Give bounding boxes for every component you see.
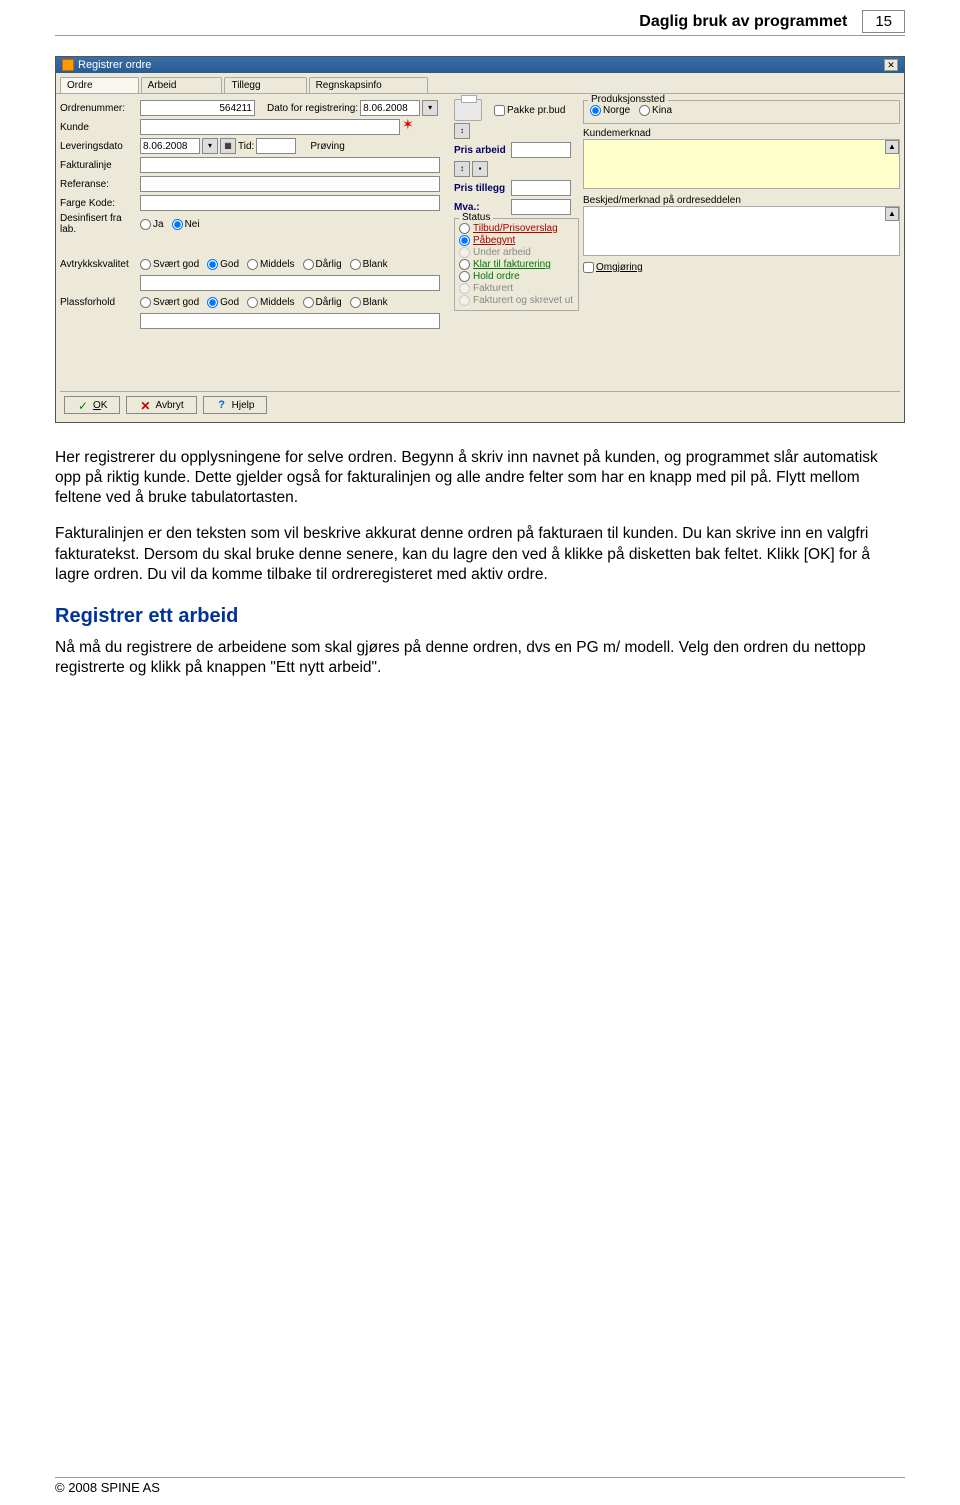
fakturalinje-label: Fakturalinje [60, 160, 138, 171]
status-pabegynt[interactable]: Påbegynt [459, 235, 574, 246]
page-number: 15 [862, 10, 905, 33]
hjelp-button[interactable]: ? Hjelp [203, 396, 268, 414]
avtrykk-blank[interactable]: Blank [350, 259, 388, 270]
check-icon: ✓ [77, 399, 89, 411]
kundemerknad-box[interactable]: ▲ [583, 139, 900, 189]
referanse-label: Referanse: [60, 179, 138, 190]
plass-blank[interactable]: Blank [350, 297, 388, 308]
pris-tillegg-input[interactable] [511, 180, 571, 196]
heading-registrer-arbeid: Registrer ett arbeid [55, 605, 905, 628]
beskjed-box[interactable]: ▲ [583, 206, 900, 256]
prodsted-title: Produksjonssted [588, 94, 668, 105]
tab-ordre[interactable]: Ordre [60, 77, 139, 93]
status-hold[interactable]: Hold ordre [459, 271, 574, 282]
fargekode-label: Farge Kode: [60, 198, 138, 209]
footer: © 2008 SPINE AS [55, 1477, 905, 1495]
avtrykk-god[interactable]: God [207, 259, 239, 270]
printer-icon [454, 99, 482, 121]
paragraph-2: Fakturalinjen er den teksten som vil bes… [55, 524, 905, 584]
scroll-up-icon[interactable]: ▲ [885, 140, 899, 154]
leveringsdato-input[interactable] [140, 138, 200, 154]
pris-arbeid-input[interactable] [511, 142, 571, 158]
kunde-input[interactable] [140, 119, 400, 135]
close-icon[interactable]: ✕ [884, 59, 898, 71]
dato-reg-input[interactable] [360, 100, 420, 116]
plass-god[interactable]: God [207, 297, 239, 308]
pris-tillegg-label: Pris tillegg [454, 183, 509, 194]
scroll-up-icon[interactable]: ▲ [885, 207, 899, 221]
titlebar: Registrer ordre ✕ [56, 57, 904, 73]
leveringsdato-label: Leveringsdato [60, 141, 138, 152]
dropdown-icon[interactable]: ▾ [202, 138, 218, 154]
window-title: Registrer ordre [78, 59, 151, 71]
x-icon: ✕ [139, 399, 151, 411]
kunde-label: Kunde [60, 122, 138, 133]
plass-svaert[interactable]: Svært god [140, 297, 199, 308]
dropdown-icon[interactable]: ▾ [422, 100, 438, 116]
ordrenummer-input[interactable] [140, 100, 255, 116]
referanse-input[interactable] [140, 176, 440, 192]
status-under: Under arbeid [459, 247, 574, 258]
fakturalinje-input[interactable] [140, 157, 440, 173]
dato-reg-label: Dato for registrering: [267, 103, 358, 114]
mva-label: Mva.: [454, 202, 509, 213]
kundemerknad-label: Kundemerknad [583, 128, 900, 139]
status-fakturert: Fakturert [459, 283, 574, 294]
mva-input[interactable] [511, 199, 571, 215]
pakke-checkbox[interactable]: Pakke pr.bud [494, 105, 565, 116]
avtrykk-note-input[interactable] [140, 275, 440, 291]
avtrykk-darlig[interactable]: Dårlig [303, 259, 342, 270]
plass-note-input[interactable] [140, 313, 440, 329]
status-klar[interactable]: Klar til fakturering [459, 259, 574, 270]
spin-icon[interactable]: ↕ [454, 161, 470, 177]
status-title: Status [459, 212, 493, 223]
tab-arbeid[interactable]: Arbeid [141, 77, 223, 93]
tid-label: Tid: [238, 141, 254, 152]
app-icon [62, 59, 74, 71]
prod-norge[interactable]: Norge [590, 105, 630, 116]
cursor-icon: ✶ [402, 116, 414, 133]
plass-darlig[interactable]: Dårlig [303, 297, 342, 308]
plass-middels[interactable]: Middels [247, 297, 294, 308]
status-tilbud[interactable]: Tilbud/Prisoverslag [459, 223, 574, 234]
prod-kina[interactable]: Kina [639, 105, 672, 116]
avtrykk-label: Avtrykkskvalitet [60, 259, 138, 270]
desinfisert-nei[interactable]: Nei [172, 219, 200, 230]
tid-input[interactable] [256, 138, 296, 154]
fargekode-input[interactable] [140, 195, 440, 211]
avtrykk-middels[interactable]: Middels [247, 259, 294, 270]
plass-label: Plassforhold [60, 297, 138, 308]
tab-tillegg[interactable]: Tillegg [224, 77, 306, 93]
desinfisert-label: Desinfisert fra lab. [60, 213, 138, 235]
omgjoring-checkbox[interactable]: Omgjøring [583, 262, 643, 273]
paragraph-3: Nå må du registrere de arbeidene som ska… [55, 638, 905, 678]
app-window: Registrer ordre ✕ Ordre Arbeid Tillegg R… [55, 56, 905, 423]
question-icon: ? [216, 399, 228, 411]
pris-arbeid-label: Pris arbeid [454, 145, 509, 156]
page-header: Daglig bruk av programmet 15 [55, 10, 905, 36]
status-group: Status Tilbud/Prisoverslag Påbegynt Unde… [454, 218, 579, 311]
tabstrip: Ordre Arbeid Tillegg Regnskapsinfo [56, 73, 904, 93]
button-bar: ✓ OOKK ✕ Avbryt ? Hjelp [60, 391, 900, 418]
ok-button[interactable]: ✓ OOKK [64, 396, 120, 414]
ordrenummer-label: Ordrenummer: [60, 103, 138, 114]
header-title: Daglig bruk av programmet [639, 13, 847, 31]
desinfisert-ja[interactable]: Ja [140, 219, 164, 230]
prodsted-group: Produksjonssted Norge Kina [583, 100, 900, 124]
status-fakt-skrevet: Fakturert og skrevet ut [459, 295, 574, 306]
paragraph-1: Her registrerer du opplysningene for sel… [55, 448, 905, 508]
avtrykk-svaert[interactable]: Svært god [140, 259, 199, 270]
proving-label: Prøving [310, 141, 344, 152]
tab-regnskapsinfo[interactable]: Regnskapsinfo [309, 77, 428, 93]
avbryt-button[interactable]: ✕ Avbryt [126, 396, 196, 414]
spin-icon[interactable]: ↕ [454, 123, 470, 139]
calendar-icon[interactable]: ▦ [220, 138, 236, 154]
save-icon[interactable]: ▪ [472, 161, 488, 177]
beskjed-label: Beskjed/merknad på ordreseddelen [583, 195, 900, 206]
